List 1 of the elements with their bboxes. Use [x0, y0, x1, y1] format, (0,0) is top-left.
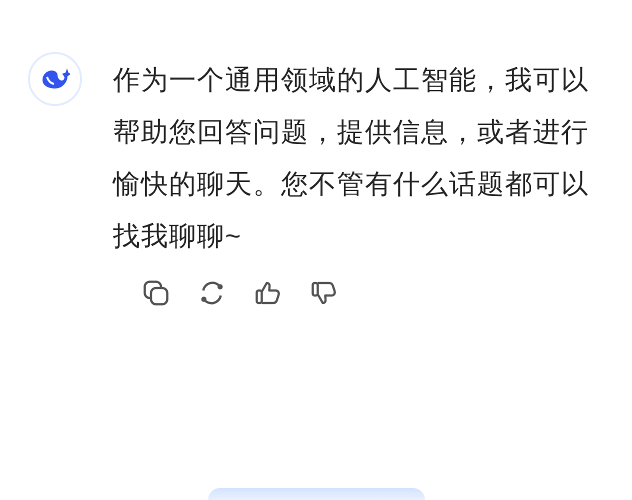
- message-text: 作为一个通用领域的人工智能，我可以帮助您回答问题，提供信息，或者进行愉快的聊天。您不管有什么话题都可以找我聊聊~: [113, 64, 590, 253]
